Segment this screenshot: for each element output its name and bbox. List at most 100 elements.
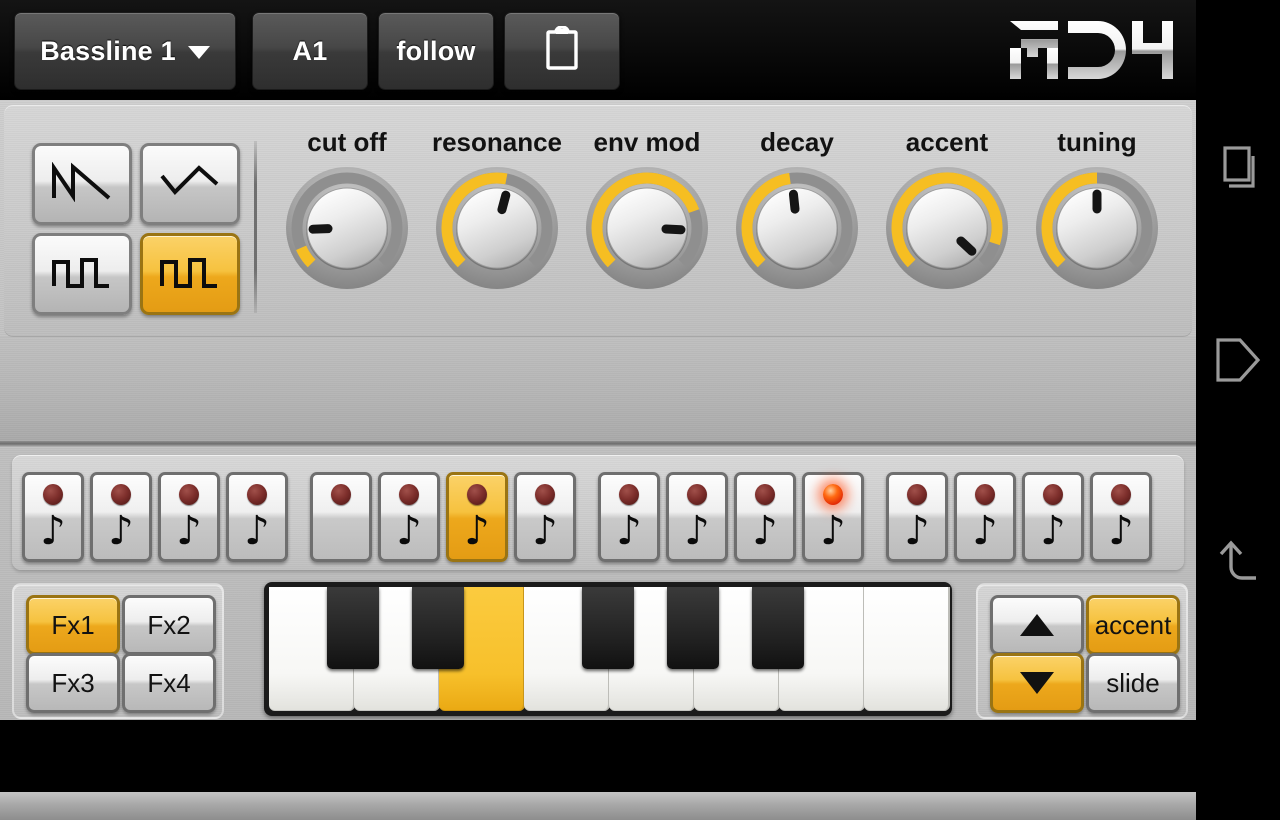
app-header: Bassline 1 A1 follow: [0, 0, 1196, 100]
sequencer-step[interactable]: ♪: [226, 472, 288, 562]
sixteenth-note-icon: ♪: [464, 508, 490, 554]
black-key-fsharp[interactable]: [582, 587, 634, 669]
knob-dial[interactable]: [434, 165, 560, 291]
knob-accent[interactable]: accent: [872, 127, 1022, 327]
sequencer-section: ♪ ♪ ♪ ♪ ♪ ♪ ♪ ♪ ♪ ♪ ♪ ♪ ♪ ♪ ♪ Fx1 Fx2 Fx3 Fx4 acc: [4, 455, 1192, 719]
step-led-icon: [535, 484, 555, 505]
sequencer-step[interactable]: ♪: [158, 472, 220, 562]
pattern-select-button[interactable]: Bassline 1: [14, 12, 236, 90]
waveform-button-square[interactable]: [32, 233, 132, 315]
sequencer-step[interactable]: ♪: [734, 472, 796, 562]
fx-button-3-label: Fx3: [51, 667, 95, 698]
fx-button-4[interactable]: Fx4: [122, 653, 216, 713]
sixteenth-note-icon: ♪: [1108, 508, 1134, 554]
panel-divider: [254, 141, 257, 313]
knob-dial[interactable]: [734, 165, 860, 291]
slide-button-label: slide: [1106, 667, 1160, 698]
black-key-gsharp[interactable]: [667, 587, 719, 669]
app-logo: [1008, 16, 1176, 84]
black-key-dsharp[interactable]: [412, 587, 464, 669]
step-led-icon: [43, 484, 63, 505]
black-key-asharp[interactable]: [752, 587, 804, 669]
follow-button[interactable]: follow: [378, 12, 494, 90]
oscillator-filter-panel: cut off resonance env mod decay accent t…: [4, 105, 1192, 337]
sixteenth-note-icon: ♪: [752, 508, 778, 554]
fx-button-1[interactable]: Fx1: [26, 595, 120, 655]
accent-button[interactable]: accent: [1086, 595, 1180, 655]
knob-env-mod[interactable]: env mod: [572, 127, 722, 327]
clipboard-icon: [545, 24, 579, 77]
sequencer-step[interactable]: ♪: [378, 472, 440, 562]
key-button-label: A1: [292, 35, 328, 66]
black-key-csharp[interactable]: [327, 587, 379, 669]
knob-label: accent: [905, 127, 989, 157]
knob-label: env mod: [593, 127, 701, 157]
step-led-icon: [111, 484, 131, 505]
sixteenth-note-icon: ♪: [396, 508, 422, 554]
sequencer-step[interactable]: ♪: [514, 472, 576, 562]
knob-tuning[interactable]: tuning: [1022, 127, 1172, 327]
knob-cut-off[interactable]: cut off: [272, 127, 422, 327]
step-led-icon: [619, 484, 639, 505]
white-key-c-7[interactable]: [864, 587, 950, 711]
rd4-synth-app: Bassline 1 A1 follow cut off resonance e…: [0, 0, 1280, 820]
nav-recents-button[interactable]: [1196, 126, 1280, 210]
sequencer-step[interactable]: ♪: [598, 472, 660, 562]
sequencer-step[interactable]: ♪: [1022, 472, 1084, 562]
chevron-down-icon: [187, 46, 210, 59]
sixteenth-note-icon: ♪: [176, 508, 202, 554]
sixteenth-note-icon: ♪: [684, 508, 710, 554]
sequencer-step[interactable]: ♪: [954, 472, 1016, 562]
accent-button-label: accent: [1094, 609, 1172, 640]
sixteenth-note-icon: ♪: [244, 508, 270, 554]
recents-icon: [1210, 140, 1266, 196]
waveform-button-triangle[interactable]: [140, 143, 240, 225]
knob-row: cut off resonance env mod decay accent t…: [272, 127, 1182, 327]
slide-button[interactable]: slide: [1086, 653, 1180, 713]
sequencer-step[interactable]: ♪: [666, 472, 728, 562]
triangle-wave-icon: [159, 162, 221, 207]
pulse-wave-icon: [159, 252, 221, 297]
knob-dial[interactable]: [584, 165, 710, 291]
sequencer-step[interactable]: ♪: [22, 472, 84, 562]
sequencer-step[interactable]: ♪: [802, 472, 864, 562]
step-led-icon: [823, 484, 843, 505]
fx-pad-group: Fx1 Fx2 Fx3 Fx4: [12, 583, 224, 719]
nav-back-button[interactable]: [1196, 518, 1280, 602]
knob-dial[interactable]: [284, 165, 410, 291]
sequencer-step[interactable]: [310, 472, 372, 562]
fx-button-1-label: Fx1: [51, 609, 95, 640]
waveform-button-sawtooth[interactable]: [32, 143, 132, 225]
knob-dial[interactable]: [1034, 165, 1160, 291]
sequencer-step[interactable]: ♪: [886, 472, 948, 562]
panel-shelf: [0, 337, 1196, 441]
knob-label: tuning: [1057, 127, 1137, 157]
section-divider: [0, 441, 1196, 448]
step-led-icon: [687, 484, 707, 505]
bottom-controls: Fx1 Fx2 Fx3 Fx4 accent slide: [12, 582, 1188, 719]
sixteenth-note-icon: ♪: [904, 508, 930, 554]
sequencer-step[interactable]: ♪: [446, 472, 508, 562]
fx-button-3[interactable]: Fx3: [26, 653, 120, 713]
fx-button-2[interactable]: Fx2: [122, 595, 216, 655]
sequencer-step[interactable]: ♪: [90, 472, 152, 562]
knob-label: cut off: [307, 127, 387, 157]
step-led-icon: [179, 484, 199, 505]
waveform-selector: [32, 143, 240, 315]
step-led-icon: [1111, 484, 1131, 505]
sequencer-step[interactable]: ♪: [1090, 472, 1152, 562]
knob-decay[interactable]: decay: [722, 127, 872, 327]
octave-up-button[interactable]: [990, 595, 1084, 655]
clipboard-button[interactable]: [504, 12, 620, 90]
octave-down-button[interactable]: [990, 653, 1084, 713]
nav-home-button[interactable]: [1196, 318, 1280, 402]
knob-resonance[interactable]: resonance: [422, 127, 572, 327]
android-navbar: [1196, 0, 1280, 720]
arrow-down-icon: [1020, 672, 1054, 694]
key-button[interactable]: A1: [252, 12, 368, 90]
synth-body: cut off resonance env mod decay accent t…: [0, 100, 1196, 820]
back-icon: [1210, 532, 1266, 588]
waveform-button-pulse[interactable]: [140, 233, 240, 315]
knob-dial[interactable]: [884, 165, 1010, 291]
pattern-select-label: Bassline 1: [40, 35, 176, 66]
